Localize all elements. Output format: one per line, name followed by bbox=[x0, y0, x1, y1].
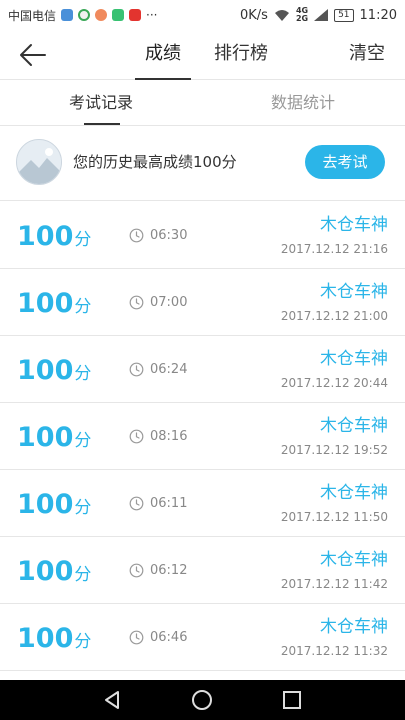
system-nav-bar bbox=[0, 680, 405, 720]
battery-icon: 51 bbox=[334, 8, 354, 22]
record-score-value: 100 bbox=[17, 489, 74, 520]
record-score-value: 100 bbox=[17, 556, 74, 587]
record-score: 100分 bbox=[17, 287, 91, 324]
record-user-name: 木仓车神 bbox=[320, 416, 388, 436]
signal-2g-label: 2G bbox=[295, 14, 309, 23]
record-score: 100分 bbox=[17, 555, 91, 592]
app-notification-icon bbox=[61, 9, 74, 21]
tab-score[interactable]: 成绩 bbox=[135, 30, 191, 80]
subtab-data-stats[interactable]: 数据统计 bbox=[202, 80, 404, 126]
clock-icon bbox=[129, 362, 144, 377]
clock-icon bbox=[129, 563, 144, 578]
record-score-unit: 分 bbox=[74, 498, 92, 518]
record-date: 2017.12.12 11:50 bbox=[280, 510, 388, 524]
record-date: 2017.12.12 21:00 bbox=[280, 309, 388, 323]
app-notification-icon bbox=[95, 9, 108, 21]
tab-ranking[interactable]: 排行榜 bbox=[214, 30, 268, 80]
record-score-value: 100 bbox=[17, 623, 74, 654]
avatar bbox=[16, 139, 62, 185]
record-duration: 06:30 bbox=[150, 228, 188, 243]
record-score-unit: 分 bbox=[74, 297, 92, 317]
app-notification-icon bbox=[129, 9, 142, 21]
record-duration: 06:24 bbox=[150, 362, 188, 377]
more-notifications-icon: ··· bbox=[146, 8, 158, 22]
record-score: 100分 bbox=[17, 354, 91, 391]
subtab-active-indicator bbox=[84, 123, 120, 125]
record-duration: 06:46 bbox=[150, 630, 188, 645]
record-row[interactable]: 100分 06:24 木仓车神 2017.12.12 20:44 bbox=[0, 336, 405, 403]
record-score-unit: 分 bbox=[74, 632, 92, 652]
record-row[interactable]: 100分 06:11 木仓车神 2017.12.12 11:50 bbox=[0, 470, 405, 537]
circle-home-icon[interactable] bbox=[190, 688, 214, 712]
tab-ranking-label: 排行榜 bbox=[214, 43, 268, 64]
arrow-left-icon[interactable] bbox=[18, 42, 48, 68]
record-score: 100分 bbox=[17, 220, 91, 257]
sub-tabs: 考试记录 数据统计 bbox=[0, 80, 405, 126]
record-date: 2017.12.12 19:52 bbox=[280, 443, 388, 457]
record-score-unit: 分 bbox=[74, 431, 92, 451]
record-score-unit: 分 bbox=[74, 230, 92, 250]
record-row[interactable]: 100分 06:12 木仓车神 2017.12.12 11:42 bbox=[0, 537, 405, 604]
record-row[interactable]: 100分 08:16 木仓车神 2017.12.12 19:52 bbox=[0, 403, 405, 470]
app-notification-icon bbox=[112, 9, 125, 21]
record-row[interactable]: 100分 07:00 木仓车神 2017.12.12 21:00 bbox=[0, 269, 405, 336]
clear-button[interactable]: 清空 bbox=[349, 30, 385, 78]
record-duration: 07:00 bbox=[150, 295, 188, 310]
record-score-value: 100 bbox=[17, 288, 74, 319]
record-score: 100分 bbox=[17, 488, 91, 525]
record-row[interactable]: 100分 06:30 木仓车神 2017.12.12 21:16 bbox=[0, 202, 405, 269]
best-score-text: 您的历史最高成绩100分 bbox=[73, 153, 237, 171]
clock-time: 11:20 bbox=[359, 7, 397, 23]
record-duration: 08:16 bbox=[150, 429, 188, 444]
record-score-unit: 分 bbox=[74, 364, 92, 384]
record-date: 2017.12.12 20:44 bbox=[280, 376, 388, 390]
best-score-row: 您的历史最高成绩100分 去考试 bbox=[0, 127, 405, 201]
record-score-value: 100 bbox=[17, 355, 74, 386]
record-user-name: 木仓车神 bbox=[320, 550, 388, 570]
records-list: 100分 06:30 木仓车神 2017.12.12 21:16 100分 07:00 木仓… bbox=[0, 202, 405, 671]
status-bar: 中国电信 ··· 0K/s 4G 2G 51 11:20 bbox=[0, 0, 405, 30]
record-user-name: 木仓车神 bbox=[320, 617, 388, 637]
record-row[interactable]: 100分 06:46 木仓车神 2017.12.12 11:32 bbox=[0, 604, 405, 671]
clock-icon bbox=[129, 295, 144, 310]
app-notification-icon bbox=[78, 9, 91, 21]
clock-icon bbox=[129, 429, 144, 444]
wifi-icon bbox=[274, 9, 289, 21]
record-user-name: 木仓车神 bbox=[320, 215, 388, 235]
clock-icon bbox=[129, 228, 144, 243]
record-score: 100分 bbox=[17, 622, 91, 659]
carrier-label: 中国电信 bbox=[8, 8, 57, 23]
go-exam-button[interactable]: 去考试 bbox=[305, 145, 385, 179]
square-recent-icon[interactable] bbox=[280, 688, 304, 712]
mountain-image-icon bbox=[17, 140, 61, 184]
record-user-name: 木仓车神 bbox=[320, 282, 388, 302]
signal-icon bbox=[314, 9, 329, 21]
record-duration: 06:11 bbox=[150, 496, 188, 511]
record-user-name: 木仓车神 bbox=[320, 349, 388, 369]
record-score-value: 100 bbox=[17, 422, 74, 453]
triangle-back-icon[interactable] bbox=[100, 688, 124, 712]
record-user-name: 木仓车神 bbox=[320, 483, 388, 503]
record-score-value: 100 bbox=[17, 221, 74, 252]
network-speed: 0K/s bbox=[239, 7, 268, 23]
clock-icon bbox=[129, 496, 144, 511]
network-type: 4G 2G bbox=[296, 7, 308, 23]
tab-score-label: 成绩 bbox=[145, 43, 181, 64]
record-duration: 06:12 bbox=[150, 563, 188, 578]
record-date: 2017.12.12 21:16 bbox=[280, 242, 388, 256]
record-date: 2017.12.12 11:32 bbox=[280, 644, 388, 658]
subtab-exam-records[interactable]: 考试记录 bbox=[0, 80, 202, 126]
record-score-unit: 分 bbox=[74, 565, 92, 585]
record-date: 2017.12.12 11:42 bbox=[280, 577, 388, 591]
title-bar: 成绩 排行榜 清空 bbox=[0, 30, 405, 80]
clock-icon bbox=[129, 630, 144, 645]
record-score: 100分 bbox=[17, 421, 91, 458]
